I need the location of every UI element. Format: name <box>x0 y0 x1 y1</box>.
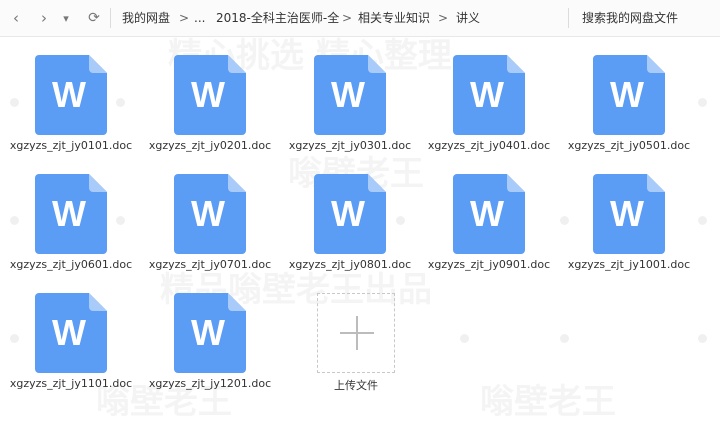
file-name[interactable]: xgzyzs_zjt_jy0101.doc <box>1 139 141 153</box>
toolbar-divider <box>110 8 111 28</box>
word-doc-icon: W <box>174 174 246 254</box>
history-dropdown-icon[interactable]: ▾ <box>56 8 76 28</box>
file-item[interactable]: Wxgzyzs_zjt_jy0701.doc <box>140 155 280 273</box>
word-doc-icon: W <box>314 174 386 254</box>
refresh-icon[interactable]: ⟳ <box>84 8 104 28</box>
doc-letter: W <box>52 74 86 115</box>
doc-letter: W <box>191 74 225 115</box>
doc-letter: W <box>191 193 225 234</box>
doc-letter: W <box>52 312 86 353</box>
watermark-dot <box>560 334 569 343</box>
watermark-dot <box>698 98 707 107</box>
doc-letter: W <box>610 193 644 234</box>
word-doc-icon: W <box>453 55 525 135</box>
doc-letter: W <box>191 312 225 353</box>
search-input[interactable]: 搜索我的网盘文件 <box>582 10 678 26</box>
file-name[interactable]: xgzyzs_zjt_jy1001.doc <box>559 258 699 272</box>
watermark-dot <box>698 216 707 225</box>
file-item[interactable]: Wxgzyzs_zjt_jy1201.doc <box>140 274 280 392</box>
word-doc-icon: W <box>35 174 107 254</box>
breadcrumb-separator: > <box>179 11 190 25</box>
file-item[interactable]: Wxgzyzs_zjt_jy0401.doc <box>419 36 559 154</box>
file-item[interactable]: Wxgzyzs_zjt_jy1101.doc <box>1 274 141 392</box>
upload-button[interactable] <box>317 293 395 373</box>
file-name[interactable]: xgzyzs_zjt_jy0801.doc <box>280 258 420 272</box>
file-name[interactable]: xgzyzs_zjt_jy0901.doc <box>419 258 559 272</box>
watermark: 嗡壁老王 <box>480 374 616 423</box>
breadcrumb-separator: > <box>342 11 353 25</box>
plus-icon <box>356 316 358 350</box>
file-name[interactable]: xgzyzs_zjt_jy0401.doc <box>419 139 559 153</box>
breadcrumb-item-related[interactable]: 相关专业知识 <box>358 10 430 26</box>
file-item[interactable]: Wxgzyzs_zjt_jy0601.doc <box>1 155 141 273</box>
doc-letter: W <box>470 193 504 234</box>
word-doc-icon: W <box>314 55 386 135</box>
breadcrumb-item-ellipsis[interactable]: ... <box>194 10 205 26</box>
forward-arrow-icon[interactable]: › <box>34 8 54 28</box>
watermark-dot <box>460 334 469 343</box>
word-doc-icon: W <box>453 174 525 254</box>
file-item[interactable]: Wxgzyzs_zjt_jy0801.doc <box>280 155 420 273</box>
word-doc-icon: W <box>35 55 107 135</box>
breadcrumb-item-my-disk[interactable]: 我的网盘 <box>122 10 170 26</box>
file-item[interactable]: Wxgzyzs_zjt_jy0101.doc <box>1 36 141 154</box>
upload-label[interactable]: 上传文件 <box>306 377 406 393</box>
file-item[interactable]: Wxgzyzs_zjt_jy1001.doc <box>559 155 699 273</box>
file-name[interactable]: xgzyzs_zjt_jy0601.doc <box>1 258 141 272</box>
doc-letter: W <box>470 74 504 115</box>
file-name[interactable]: xgzyzs_zjt_jy0501.doc <box>559 139 699 153</box>
doc-letter: W <box>331 193 365 234</box>
back-arrow-icon[interactable]: ‹ <box>6 8 26 28</box>
file-item[interactable]: Wxgzyzs_zjt_jy0301.doc <box>280 36 420 154</box>
file-name[interactable]: xgzyzs_zjt_jy0301.doc <box>280 139 420 153</box>
breadcrumb-item-current: 讲义 <box>456 11 481 25</box>
breadcrumb-separator: > <box>438 11 449 25</box>
toolbar: ‹ › ▾ ⟳ 我的网盘 > ... 2018-全科主治医师-全 > 相关专业知… <box>0 0 720 37</box>
watermark-dot <box>698 334 707 343</box>
word-doc-icon: W <box>593 174 665 254</box>
file-item[interactable]: Wxgzyzs_zjt_jy0501.doc <box>559 36 699 154</box>
word-doc-icon: W <box>174 55 246 135</box>
doc-letter: W <box>52 193 86 234</box>
file-grid: 精心挑选 精心整理 嗡壁老王 精品嗡壁老王出品 嗡壁老王 嗡壁老王 Wxgzyz… <box>0 36 720 433</box>
file-name[interactable]: xgzyzs_zjt_jy0701.doc <box>140 258 280 272</box>
doc-letter: W <box>610 74 644 115</box>
word-doc-icon: W <box>174 293 246 373</box>
word-doc-icon: W <box>35 293 107 373</box>
file-name[interactable]: xgzyzs_zjt_jy1201.doc <box>140 377 280 391</box>
toolbar-divider <box>568 8 569 28</box>
breadcrumb-item-2018[interactable]: 2018-全科主治医师-全 <box>216 10 339 26</box>
file-name[interactable]: xgzyzs_zjt_jy1101.doc <box>1 377 141 391</box>
file-item[interactable]: Wxgzyzs_zjt_jy0201.doc <box>140 36 280 154</box>
file-name[interactable]: xgzyzs_zjt_jy0201.doc <box>140 139 280 153</box>
word-doc-icon: W <box>593 55 665 135</box>
doc-letter: W <box>331 74 365 115</box>
file-item[interactable]: Wxgzyzs_zjt_jy0901.doc <box>419 155 559 273</box>
